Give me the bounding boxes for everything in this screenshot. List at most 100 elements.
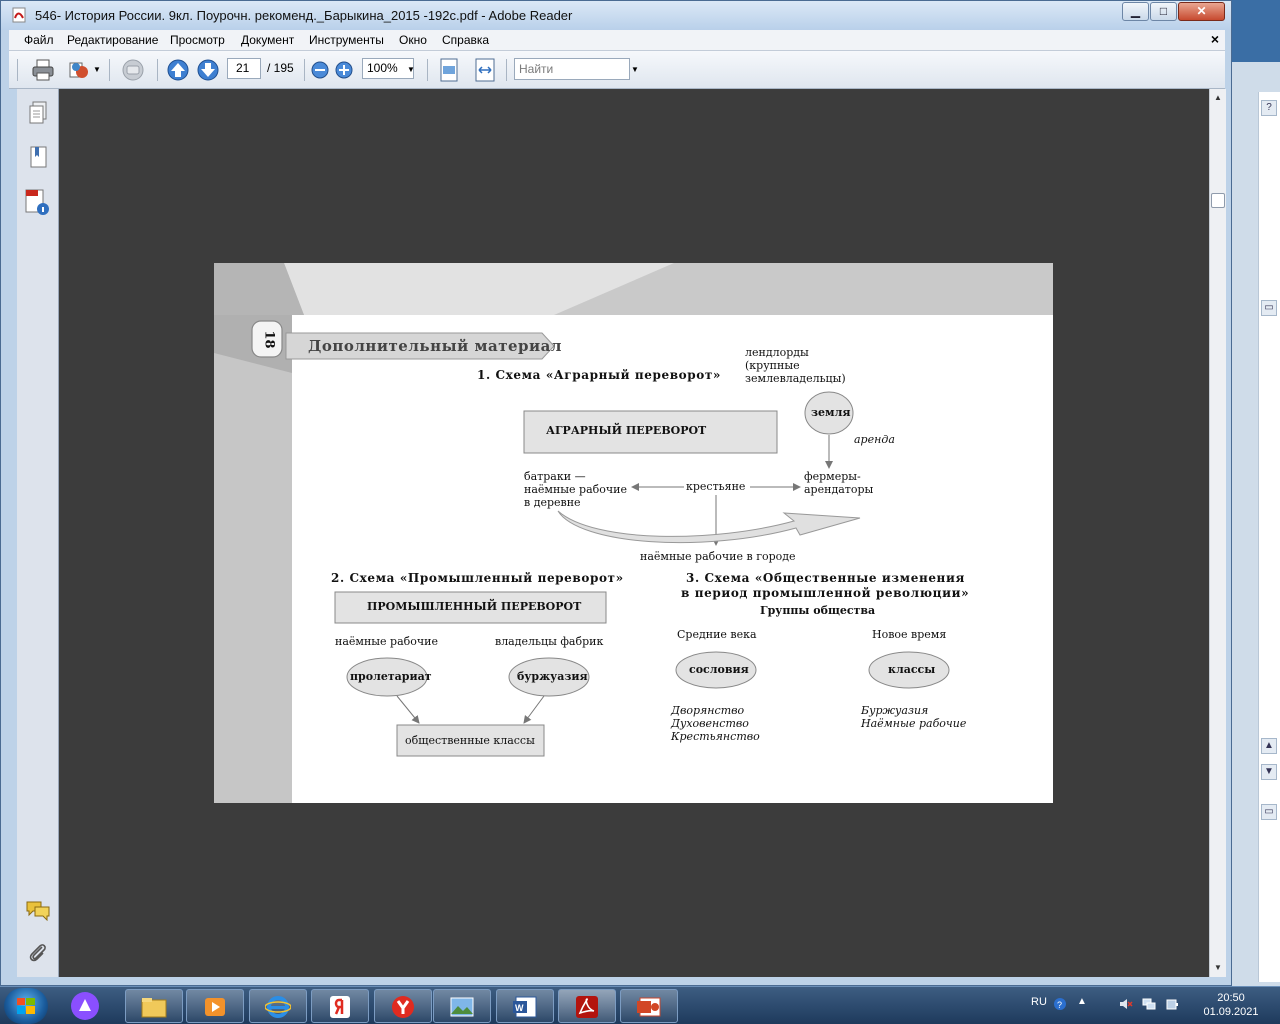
clock[interactable]: 20:50 01.09.2021 [1203, 991, 1259, 1019]
farmers-line2: арендаторы [804, 483, 874, 496]
help-icon[interactable]: ? [1261, 100, 1277, 116]
menu-help[interactable]: Справка [442, 33, 489, 47]
estates-label: сословия [689, 663, 749, 676]
media-player-taskbar-button[interactable] [186, 989, 244, 1023]
scroll-thumb[interactable] [1211, 193, 1225, 208]
tray-expand-icon[interactable]: ▲ [1077, 996, 1087, 1007]
start-button[interactable] [4, 988, 48, 1024]
internet-explorer-icon [265, 996, 291, 1018]
middle-ages-label: Средние века [677, 628, 757, 641]
yandex-browser-taskbar-button[interactable] [374, 989, 432, 1023]
page-count: / 195 [267, 61, 294, 75]
adobe-reader-icon [576, 996, 598, 1018]
society-groups-label: Группы общества [760, 604, 876, 617]
alice-assistant-icon[interactable] [68, 990, 102, 1022]
page-number-input[interactable]: 21 [227, 58, 261, 79]
estates-list-item: Дворянство [671, 704, 745, 717]
print-icon[interactable] [31, 59, 55, 81]
background-window-content [1258, 92, 1280, 982]
media-player-icon [205, 998, 225, 1016]
scroll-button[interactable]: ▭ [1261, 300, 1277, 316]
estates-list-item: Духовенство [671, 717, 749, 730]
farmers-line1: фермеры- [804, 470, 861, 483]
fit-page-icon[interactable] [439, 58, 459, 82]
explorer-taskbar-button[interactable] [125, 989, 183, 1023]
scheme3-title-line1: 3. Схема «Общественные изменения [686, 571, 965, 585]
new-time-label: Новое время [872, 628, 947, 641]
internet-explorer-taskbar-button[interactable] [249, 989, 307, 1023]
yandex-taskbar-button[interactable] [311, 989, 369, 1023]
previous-page-icon[interactable] [167, 59, 189, 81]
clock-time: 20:50 [1217, 992, 1245, 1004]
menu-window[interactable]: Окно [399, 33, 427, 47]
industrial-revolution-box: ПРОМЫШЛЕННЫЙ ПЕРЕВОРОТ [367, 600, 582, 613]
power-icon[interactable] [1165, 997, 1179, 1011]
language-indicator[interactable]: RU [1031, 996, 1047, 1008]
search-dropdown-icon[interactable]: ▼ [631, 65, 639, 74]
word-taskbar-button[interactable]: W [496, 989, 554, 1023]
scheme1-title: 1. Схема «Аграрный переворот» [477, 368, 722, 382]
batraki-line2: наёмные рабочие [524, 483, 628, 496]
owners-label: владельцы фабрик [495, 635, 604, 648]
volume-muted-icon[interactable] [1119, 997, 1133, 1011]
scroll-down-icon[interactable]: ▼ [1214, 963, 1222, 972]
menu-edit[interactable]: Редактирование [67, 33, 158, 47]
close-document-icon[interactable]: × [1211, 31, 1219, 47]
menu-view[interactable]: Просмотр [170, 33, 225, 47]
network-icon[interactable] [1142, 997, 1156, 1011]
zoom-dropdown-icon[interactable]: ▼ [407, 65, 415, 74]
bourgeoisie-label: буржуазия [517, 670, 588, 683]
section-header: Дополнительный материал [308, 337, 562, 355]
bookmarks-icon[interactable] [27, 145, 49, 169]
yandex-browser-icon [392, 996, 414, 1018]
title-bar[interactable]: 546- История России. 9кл. Поурочн. реком… [1, 1, 1231, 30]
background-window[interactable]: ? ▭ ▲ ▼ ▭ [1228, 62, 1280, 986]
powerpoint-taskbar-button[interactable] [620, 989, 678, 1023]
land-label: земля [811, 406, 851, 419]
help-icon[interactable]: ? [1053, 997, 1067, 1011]
photo-viewer-icon [450, 997, 474, 1017]
pdf-page: 18 Дополнительный материал 1. Схема «Агр… [214, 263, 1053, 803]
close-button[interactable]: ✕ [1178, 2, 1225, 21]
adobe-reader-taskbar-button[interactable] [558, 989, 616, 1023]
scheme3-title-line2: в период промышленной революции» [681, 586, 970, 600]
menu-document[interactable]: Документ [241, 33, 294, 47]
document-properties-icon[interactable] [23, 187, 51, 217]
share-icon[interactable] [67, 59, 91, 81]
maximize-button[interactable]: □ [1150, 2, 1177, 21]
view-button[interactable]: ▭ [1261, 804, 1277, 820]
search-input[interactable]: Найти [514, 58, 630, 80]
city-workers-label: наёмные рабочие в городе [640, 550, 796, 563]
fit-width-icon[interactable] [474, 58, 496, 82]
landlords-label-line3: землевладельцы) [745, 372, 846, 385]
share-dropdown-icon[interactable]: ▼ [93, 65, 101, 74]
yandex-icon [330, 996, 350, 1018]
scroll-up-icon[interactable]: ▲ [1261, 738, 1277, 754]
minimize-button[interactable]: ▁ [1122, 2, 1149, 21]
menu-file[interactable]: Файл [24, 33, 54, 47]
photo-viewer-taskbar-button[interactable] [433, 989, 491, 1023]
folder-icon [141, 998, 167, 1018]
word-icon: W [513, 996, 537, 1018]
batraki-line1: батраки — [524, 470, 586, 483]
hand-tool-icon[interactable] [119, 58, 147, 82]
vertical-scrollbar[interactable]: ▲ ▼ [1209, 89, 1226, 977]
zoom-in-icon[interactable] [335, 61, 353, 79]
menu-tools[interactable]: Инструменты [309, 33, 384, 47]
zoom-out-icon[interactable] [311, 61, 329, 79]
next-page-icon[interactable] [197, 59, 219, 81]
menu-bar: Файл Редактирование Просмотр Документ Ин… [9, 30, 1225, 51]
scheme2-title: 2. Схема «Промышленный переворот» [331, 571, 624, 585]
scroll-up-icon[interactable]: ▲ [1214, 93, 1222, 102]
peasants-label: крестьяне [686, 480, 746, 493]
batraki-line3: в деревне [524, 496, 581, 509]
landlords-label-line1: лендлорды [745, 346, 809, 359]
toolbar: ▼ 21 / 195 100% ▼ Найти ▼ [9, 51, 1225, 89]
workers-label: наёмные рабочие [335, 635, 439, 648]
page-number: 18 [261, 330, 277, 349]
rent-label: аренда [854, 433, 895, 446]
attachments-icon[interactable] [27, 941, 49, 965]
scroll-down-icon[interactable]: ▼ [1261, 764, 1277, 780]
pages-icon[interactable] [27, 101, 49, 125]
comments-icon[interactable] [25, 899, 51, 921]
